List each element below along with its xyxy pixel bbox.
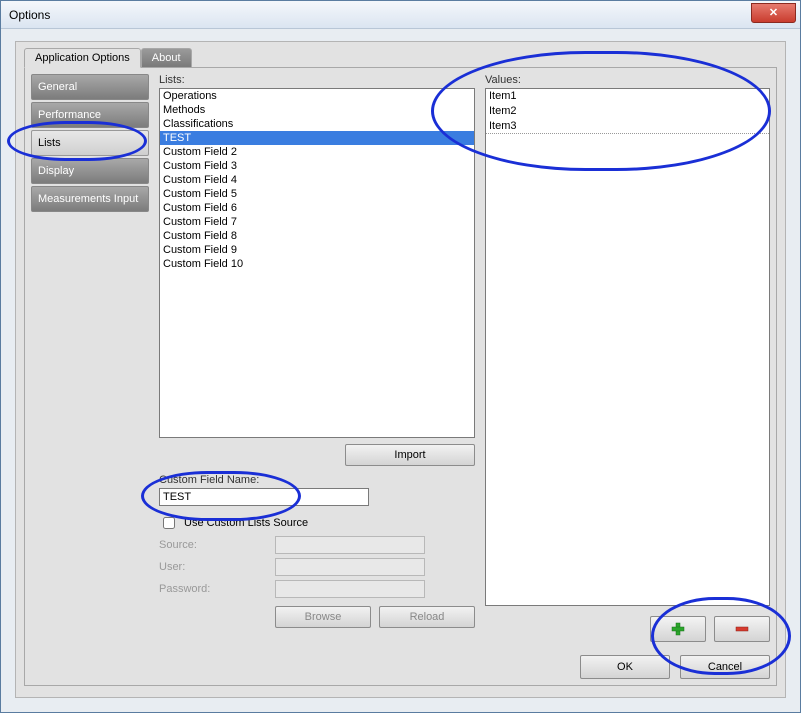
button-label: OK xyxy=(617,661,633,673)
value-item[interactable]: Item1 xyxy=(486,89,769,104)
button-label: Import xyxy=(394,449,425,461)
side-nav-general[interactable]: General xyxy=(31,74,149,100)
reload-button[interactable]: Reload xyxy=(379,606,475,628)
close-icon: ✕ xyxy=(769,6,778,19)
list-item[interactable]: Custom Field 5 xyxy=(160,187,474,201)
lists-label: Lists: xyxy=(159,74,475,86)
minus-icon xyxy=(735,622,749,636)
list-item[interactable]: Methods xyxy=(160,103,474,117)
password-label: Password: xyxy=(159,583,269,595)
tab-label: About xyxy=(152,52,181,64)
tab-strip: Application Options About xyxy=(24,48,777,68)
button-label: Cancel xyxy=(708,661,742,673)
user-label: User: xyxy=(159,561,269,573)
custom-field-section: Custom Field Name: Use Custom Lists Sour… xyxy=(159,474,475,628)
values-label: Values: xyxy=(485,74,770,86)
tab-about[interactable]: About xyxy=(141,48,192,68)
center-column: Lists: OperationsMethodsClassificationsT… xyxy=(159,74,475,647)
side-nav-lists[interactable]: Lists xyxy=(31,130,149,156)
side-nav-label: Display xyxy=(38,165,74,177)
list-item[interactable]: Custom Field 10 xyxy=(160,257,474,271)
remove-value-button[interactable] xyxy=(714,616,770,642)
side-nav-label: Performance xyxy=(38,109,101,121)
list-item[interactable]: Custom Field 8 xyxy=(160,229,474,243)
list-item[interactable]: Custom Field 3 xyxy=(160,159,474,173)
side-nav-label: General xyxy=(38,81,77,93)
user-input xyxy=(275,558,425,576)
tab-application-options[interactable]: Application Options xyxy=(24,48,141,68)
value-item[interactable]: Item3 xyxy=(486,119,769,134)
side-nav-label: Measurements Input xyxy=(38,193,138,205)
list-item[interactable]: Operations xyxy=(160,89,474,103)
list-item[interactable]: Custom Field 4 xyxy=(160,173,474,187)
tab-label: Application Options xyxy=(35,52,130,64)
close-button[interactable]: ✕ xyxy=(751,3,796,23)
options-window: Options ✕ Application Options About Gene… xyxy=(0,0,801,713)
import-button[interactable]: Import xyxy=(345,444,475,466)
password-input xyxy=(275,580,425,598)
button-label: Browse xyxy=(305,611,342,623)
list-item[interactable]: Custom Field 7 xyxy=(160,215,474,229)
custom-field-name-label: Custom Field Name: xyxy=(159,474,475,486)
ok-button[interactable]: OK xyxy=(580,655,670,679)
value-item[interactable]: Item2 xyxy=(486,104,769,119)
source-label: Source: xyxy=(159,539,269,551)
use-custom-source-checkbox[interactable] xyxy=(163,517,175,529)
client-area: Application Options About General Perfor… xyxy=(15,41,786,698)
main-columns: General Performance Lists Display Measur… xyxy=(31,74,770,647)
list-item[interactable]: Custom Field 2 xyxy=(160,145,474,159)
titlebar: Options ✕ xyxy=(1,1,800,29)
side-nav-label: Lists xyxy=(38,137,61,149)
side-nav: General Performance Lists Display Measur… xyxy=(31,74,149,647)
browse-button[interactable]: Browse xyxy=(275,606,371,628)
button-label: Reload xyxy=(410,611,445,623)
tab-panel-application-options: General Performance Lists Display Measur… xyxy=(24,67,777,686)
lists-listbox[interactable]: OperationsMethodsClassificationsTESTCust… xyxy=(159,88,475,438)
window-title: Options xyxy=(9,8,50,22)
list-item[interactable]: TEST xyxy=(160,131,474,145)
add-value-button[interactable] xyxy=(650,616,706,642)
browse-reload-row: Browse Reload xyxy=(159,606,475,628)
dialog-buttons: OK Cancel xyxy=(31,655,770,679)
list-item[interactable]: Custom Field 9 xyxy=(160,243,474,257)
source-input xyxy=(275,536,425,554)
values-actions xyxy=(485,616,770,642)
list-item[interactable]: Classifications xyxy=(160,117,474,131)
list-item[interactable]: Custom Field 6 xyxy=(160,201,474,215)
import-row: Import xyxy=(159,444,475,466)
right-column: Values: Item1Item2Item3 xyxy=(485,74,770,647)
side-nav-performance[interactable]: Performance xyxy=(31,102,149,128)
side-nav-display[interactable]: Display xyxy=(31,158,149,184)
use-custom-source-label: Use Custom Lists Source xyxy=(184,517,308,529)
side-nav-measurements-input[interactable]: Measurements Input xyxy=(31,186,149,212)
cancel-button[interactable]: Cancel xyxy=(680,655,770,679)
custom-field-name-input[interactable] xyxy=(159,488,369,506)
plus-icon xyxy=(671,622,685,636)
values-listbox[interactable]: Item1Item2Item3 xyxy=(485,88,770,606)
